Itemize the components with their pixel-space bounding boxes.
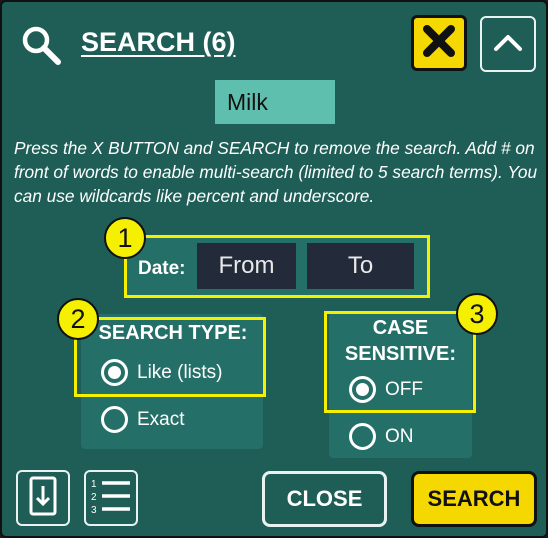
x-icon	[422, 24, 456, 63]
marker-2: 2	[57, 298, 99, 340]
numbered-list-button[interactable]: 1 2 3	[84, 470, 138, 526]
option-label: Exact	[137, 408, 185, 430]
date-label: Date:	[138, 258, 186, 279]
collapse-button[interactable]	[480, 16, 536, 72]
marker-3: 3	[456, 293, 498, 335]
radio-selected-icon	[101, 359, 128, 386]
search-type-title: SEARCH TYPE:	[98, 322, 248, 344]
export-button[interactable]	[16, 470, 70, 526]
case-sensitive-title: CASE SENSITIVE:	[344, 317, 457, 365]
case-sensitive-on-option[interactable]: ON	[349, 423, 414, 450]
close-button[interactable]: CLOSE	[262, 471, 387, 527]
export-icon	[28, 476, 58, 521]
chevron-up-icon	[493, 32, 523, 57]
option-label: ON	[385, 425, 414, 447]
svg-text:3: 3	[91, 505, 97, 516]
marker-1: 1	[104, 217, 146, 259]
search-input[interactable]	[215, 80, 335, 124]
search-type-exact-option[interactable]: Exact	[101, 406, 185, 433]
dialog-title: SEARCH (6)	[81, 27, 236, 57]
search-type-like-option[interactable]: Like (lists)	[101, 359, 223, 386]
date-to-button[interactable]: To	[307, 243, 414, 289]
radio-unselected-icon	[101, 406, 128, 433]
search-button[interactable]: SEARCH	[411, 471, 537, 527]
search-dialog: SEARCH (6) Press the X BUTTON and SEARCH…	[0, 0, 548, 538]
date-from-button[interactable]: From	[197, 243, 296, 289]
numbered-list-icon: 1 2 3	[89, 476, 133, 521]
search-icon	[20, 24, 64, 68]
clear-search-button[interactable]	[411, 15, 467, 71]
svg-text:1: 1	[91, 479, 97, 490]
svg-text:2: 2	[91, 492, 97, 503]
help-text: Press the X BUTTON and SEARCH to remove …	[14, 138, 538, 206]
case-sensitive-off-option[interactable]: OFF	[349, 376, 423, 403]
option-label: Like (lists)	[137, 361, 223, 383]
radio-selected-icon	[349, 376, 376, 403]
radio-unselected-icon	[349, 423, 376, 450]
option-label: OFF	[385, 378, 423, 400]
